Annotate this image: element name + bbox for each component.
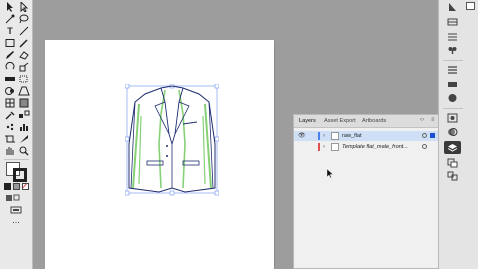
mesh-tool-icon[interactable] bbox=[3, 98, 17, 109]
right-panel-dock bbox=[438, 0, 478, 269]
selection-tool-icon[interactable] bbox=[3, 2, 17, 13]
color-button[interactable] bbox=[4, 183, 11, 190]
gradient-button[interactable] bbox=[13, 183, 20, 190]
hand-tool-icon[interactable] bbox=[3, 146, 17, 157]
blazer-flat-artwork[interactable] bbox=[125, 84, 219, 196]
layers-panel-dock-icon[interactable] bbox=[444, 141, 461, 154]
color-mode-row bbox=[4, 183, 30, 191]
stroke-panel-icon[interactable] bbox=[447, 31, 458, 41]
layer-name[interactable]: Template flat_male_front... bbox=[342, 142, 408, 152]
layer-thumbnail bbox=[331, 143, 339, 151]
shape-builder-tool-icon[interactable] bbox=[3, 86, 17, 97]
lasso-tool-icon[interactable] bbox=[17, 14, 31, 25]
artboards-icon[interactable] bbox=[447, 158, 458, 168]
symbols-icon[interactable] bbox=[447, 45, 458, 55]
line-tool-icon[interactable] bbox=[17, 26, 31, 37]
properties-icon[interactable] bbox=[447, 2, 458, 12]
target-circle-icon[interactable] bbox=[422, 144, 427, 149]
more-tools-icon[interactable]: ... bbox=[8, 215, 24, 225]
type-tool-icon[interactable]: T bbox=[3, 26, 17, 37]
mouse-cursor-icon bbox=[327, 169, 333, 178]
layer-color-bar bbox=[318, 143, 320, 151]
layers-panel-tabs: Layers Asset Export Artboards ‹› ≡ bbox=[294, 115, 438, 128]
selection-indicator[interactable] bbox=[430, 133, 435, 138]
direct-selection-tool-icon[interactable] bbox=[17, 2, 31, 13]
expand-chevron-icon[interactable]: › bbox=[323, 131, 325, 141]
width-tool-icon[interactable] bbox=[3, 74, 17, 85]
asset-export-icon[interactable] bbox=[447, 171, 458, 181]
paintbrush-tool-icon[interactable] bbox=[17, 38, 31, 49]
scale-tool-icon[interactable] bbox=[17, 62, 31, 73]
tab-layers[interactable]: Layers bbox=[299, 118, 316, 124]
libraries-icon[interactable] bbox=[447, 17, 458, 27]
transform-icon[interactable] bbox=[447, 79, 458, 89]
layers-panel: Layers Asset Export Artboards ‹› ≡ 👁 › r… bbox=[293, 114, 439, 269]
tab-artboards[interactable]: Artboards bbox=[362, 118, 386, 124]
layer-color-bar bbox=[318, 132, 320, 140]
gradient-tool-icon[interactable] bbox=[17, 98, 31, 109]
slice-tool-icon[interactable] bbox=[17, 134, 31, 145]
pencil-tool-icon[interactable] bbox=[3, 50, 17, 61]
align-icon[interactable] bbox=[447, 65, 458, 75]
column-graph-tool-icon[interactable] bbox=[17, 122, 31, 133]
rectangle-tool-icon[interactable] bbox=[3, 38, 17, 49]
stroke-swatch[interactable] bbox=[13, 168, 27, 182]
appearance-icon[interactable] bbox=[447, 93, 458, 103]
visibility-eye-icon[interactable]: 👁 bbox=[298, 131, 306, 141]
artboard-tool-icon[interactable] bbox=[3, 134, 17, 145]
eraser-tool-icon[interactable] bbox=[17, 50, 31, 61]
artboard[interactable] bbox=[45, 40, 274, 269]
blend-tool-icon[interactable] bbox=[17, 110, 31, 121]
none-button[interactable] bbox=[22, 183, 29, 190]
screen-mode-icon[interactable] bbox=[10, 206, 22, 214]
tab-asset-export[interactable]: Asset Export bbox=[324, 118, 356, 124]
dock-side-icon[interactable] bbox=[466, 2, 475, 10]
symbol-sprayer-tool-icon[interactable] bbox=[3, 122, 17, 133]
layer-row-template[interactable]: › Template flat_male_front... bbox=[294, 142, 438, 152]
layer-thumbnail bbox=[331, 132, 339, 140]
layer-row-raw-flat[interactable]: 👁 › raw_flat bbox=[294, 131, 438, 141]
panel-menu-icon[interactable]: ≡ bbox=[431, 117, 435, 123]
eyedropper-tool-icon[interactable] bbox=[3, 110, 17, 121]
transparency-icon[interactable] bbox=[447, 127, 458, 137]
zoom-tool-icon[interactable] bbox=[17, 146, 31, 157]
fill-stroke-swatch[interactable] bbox=[6, 162, 28, 182]
target-circle-icon[interactable] bbox=[422, 133, 427, 138]
collapse-panel-icon[interactable]: ‹› bbox=[420, 117, 424, 123]
expand-chevron-icon[interactable]: › bbox=[323, 142, 325, 152]
graphic-styles-icon[interactable] bbox=[447, 113, 458, 123]
magic-wand-tool-icon[interactable] bbox=[3, 14, 17, 25]
tools-toolbar: T ... bbox=[0, 0, 33, 269]
perspective-tool-icon[interactable] bbox=[17, 86, 31, 97]
layer-name[interactable]: raw_flat bbox=[342, 131, 362, 141]
draw-mode-icon[interactable] bbox=[5, 194, 27, 202]
free-transform-tool-icon[interactable] bbox=[17, 74, 31, 85]
rotate-tool-icon[interactable] bbox=[3, 62, 17, 73]
